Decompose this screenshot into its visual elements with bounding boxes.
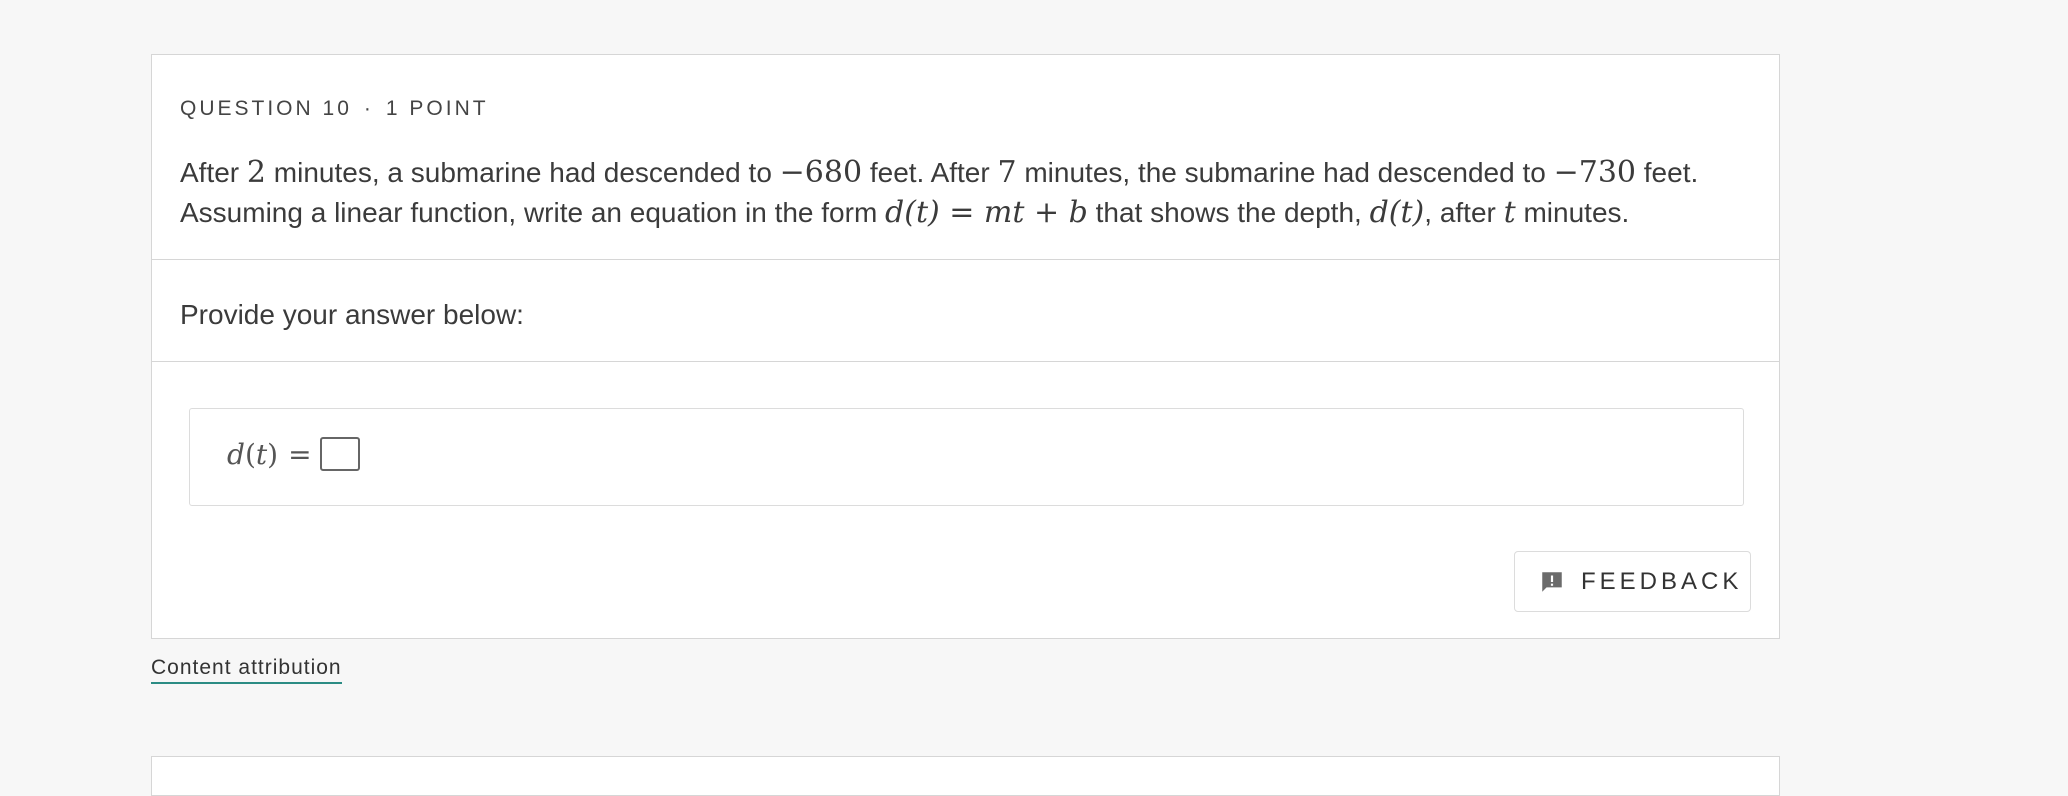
question-points: 1 POINT <box>385 97 489 120</box>
question-header: QUESTION 10 · 1 POINT <box>180 97 489 121</box>
answer-area: d(t) = <box>189 408 1744 506</box>
answer-input[interactable] <box>319 437 360 471</box>
answer-equation: d(t) = <box>227 437 360 471</box>
equals-sign: = <box>288 437 312 471</box>
question-card: QUESTION 10 · 1 POINT After 2 minutes, a s… <box>151 54 1780 639</box>
math-equation: d(t) = mt + b <box>885 195 1088 230</box>
question-text-part: , after <box>1424 197 1504 228</box>
paren-open: ( <box>244 437 256 471</box>
feedback-label: FEEDBACK <box>1581 567 1743 595</box>
paren-close: ) <box>267 437 279 471</box>
math-value: 7 <box>997 155 1017 190</box>
answer-prompt: Provide your answer below: <box>180 299 524 330</box>
question-text-part: minutes, the submarine had descended to <box>1016 157 1554 188</box>
question-text-part: that shows the depth, <box>1087 197 1370 228</box>
content-attribution-link[interactable]: Content attribution <box>151 656 342 684</box>
header-separator: · <box>363 97 374 120</box>
divider <box>152 259 1779 260</box>
math-function: d(t) <box>1369 195 1425 230</box>
question-text: After 2 minutes, a submarine had descend… <box>180 153 1765 233</box>
math-value: −680 <box>779 155 863 190</box>
question-text-part: minutes. <box>1515 197 1630 228</box>
function-arg: t <box>255 437 268 471</box>
question-number: QUESTION 10 <box>180 97 352 120</box>
feedback-button[interactable]: FEEDBACK <box>1514 551 1751 612</box>
math-variable: t <box>1503 195 1516 230</box>
divider <box>152 361 1779 362</box>
question-text-part: minutes, a submarine had descended to <box>266 157 780 188</box>
question-text-part: After <box>180 157 247 188</box>
question-text-part: feet. After <box>862 157 998 188</box>
feedback-exclamation-icon <box>1542 571 1562 592</box>
math-value: 2 <box>246 155 267 190</box>
next-question-card <box>151 756 1780 796</box>
function-name: d <box>227 437 245 471</box>
math-value: −730 <box>1553 155 1636 190</box>
